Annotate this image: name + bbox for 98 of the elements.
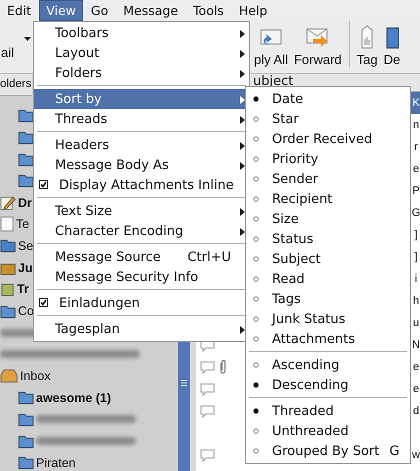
menu-item[interactable]: Status [246, 229, 410, 249]
menu-item[interactable]: Size [246, 209, 410, 229]
toolbar-button[interactable]: Forward [290, 27, 345, 67]
pencil-icon [0, 194, 16, 211]
subject-fragment: ] [413, 250, 419, 265]
folder-label[interactable]: awesome (1) [36, 390, 112, 405]
subject-fragment: N [412, 338, 420, 353]
subject-fragment: e [412, 360, 420, 375]
menu-title[interactable]: View [39, 0, 83, 21]
menu-item[interactable]: Threaded [246, 401, 410, 421]
subject-fragment: d [412, 404, 420, 419]
folder-label[interactable]: Inbox [20, 369, 51, 384]
subject-fragment: P [412, 184, 420, 199]
subject-fragment: e [412, 382, 420, 397]
inbox-icon [0, 369, 18, 384]
folder-label[interactable]: Co [18, 304, 34, 318]
menu-item[interactable]: Star [246, 109, 410, 129]
menu-item[interactable]: Order Received [246, 129, 410, 149]
grip-icon [181, 380, 187, 386]
menu-item[interactable]: Attachments [246, 329, 410, 349]
subject-fragment: ] [413, 228, 419, 243]
tag-icon [359, 25, 376, 49]
menu-item[interactable]: Display Attachments Inline [34, 175, 249, 195]
paperclip-icon [219, 359, 227, 375]
submenu-arrow-icon [240, 50, 245, 58]
menu-item[interactable]: Priority [246, 149, 410, 169]
menu-item[interactable]: Ascending [246, 355, 410, 375]
menu-title[interactable]: Message [116, 0, 186, 21]
folders-header[interactable]: olders [0, 74, 32, 96]
subject-fragment: e [412, 162, 420, 177]
folder-icon [18, 173, 34, 188]
submenu-arrow-icon [240, 70, 245, 78]
folder-icon [0, 304, 16, 319]
submenu-arrow-icon [240, 116, 245, 124]
menu-item[interactable]: Message Security Info [34, 267, 249, 287]
menu-item[interactable]: Einladungen [34, 293, 249, 313]
speech-bubble-icon [200, 382, 215, 396]
folder-label[interactable]: Se [18, 238, 34, 253]
subject-fragment: i [414, 272, 418, 287]
menu-item[interactable]: Unthreaded [246, 421, 410, 441]
folder-icon [18, 152, 34, 167]
folder-label[interactable]: Tr [17, 282, 29, 296]
menu-title[interactable]: Help [232, 0, 274, 21]
folder-icon [18, 455, 34, 470]
submenu-arrow-icon [240, 162, 245, 170]
folder-label[interactable]: Dr [18, 196, 32, 210]
menu-item[interactable]: Layout [34, 43, 249, 63]
bin-icon [0, 281, 15, 298]
folder-label[interactable]: Te [16, 217, 30, 232]
toolbar-button[interactable]: ply All [251, 27, 291, 67]
dropdown-caret-icon [24, 37, 32, 41]
menu-item[interactable]: Read [246, 269, 410, 289]
menu-item[interactable]: Message Body As [34, 155, 249, 175]
menu-item[interactable]: Recipient [246, 189, 410, 209]
folder-icon [18, 412, 34, 427]
menu-item[interactable]: Subject [246, 249, 410, 269]
menu-item[interactable]: Date [246, 89, 410, 109]
folder-icon [0, 238, 16, 254]
menu-item[interactable]: Toolbars [34, 23, 249, 43]
subject-fragment: r [413, 140, 419, 155]
subject-fragment: h [412, 294, 420, 309]
folder-label[interactable]: Ju [18, 260, 33, 275]
document-icon [0, 216, 14, 232]
menu-item[interactable]: Text Size [34, 201, 249, 221]
trash-icon [384, 25, 399, 49]
menu-item[interactable]: Character Encoding [34, 221, 249, 241]
speech-bubble-icon [200, 404, 215, 418]
subject-fragment: G [412, 206, 420, 221]
folder-icon [18, 108, 34, 124]
toolbar-button[interactable]: Tag [354, 25, 381, 67]
submenu-arrow-icon [240, 142, 245, 150]
toolbar-button[interactable]: ail [1, 44, 14, 60]
folder-icon [18, 390, 34, 406]
submenu-arrow-icon [240, 30, 245, 38]
subject-fragment: n [412, 118, 420, 133]
menu-item[interactable]: Threads [34, 109, 249, 129]
folder-icon [18, 130, 34, 146]
speech-bubble-icon [200, 448, 215, 462]
menu-item[interactable]: Junk Status [246, 309, 410, 329]
menu-item[interactable]: Grouped By Sort G [246, 441, 410, 461]
menu-title[interactable]: Tools [186, 0, 231, 21]
menu-item[interactable]: Tagesplan [34, 319, 249, 339]
speech-bubble-icon [200, 360, 215, 374]
submenu-arrow-icon [240, 228, 245, 236]
subject-fragment: u [412, 316, 420, 331]
folder-label[interactable]: Piraten [36, 456, 76, 470]
submenu-arrow-icon [240, 208, 245, 216]
menu-title[interactable]: Edit [0, 0, 38, 21]
menu-item[interactable]: Message Source Ctrl+U [34, 247, 249, 267]
submenu-arrow-icon [240, 326, 245, 334]
subject-fragment: w [412, 448, 420, 463]
menu-item[interactable]: Tags [246, 289, 410, 309]
menu-item[interactable]: Headers [34, 135, 249, 155]
toolbar-button[interactable]: De [380, 25, 404, 67]
menu-item[interactable]: Descending [246, 375, 410, 395]
menu-item[interactable]: Sender [246, 169, 410, 189]
menu-title[interactable]: Go [84, 0, 116, 21]
folder-icon [18, 434, 34, 449]
